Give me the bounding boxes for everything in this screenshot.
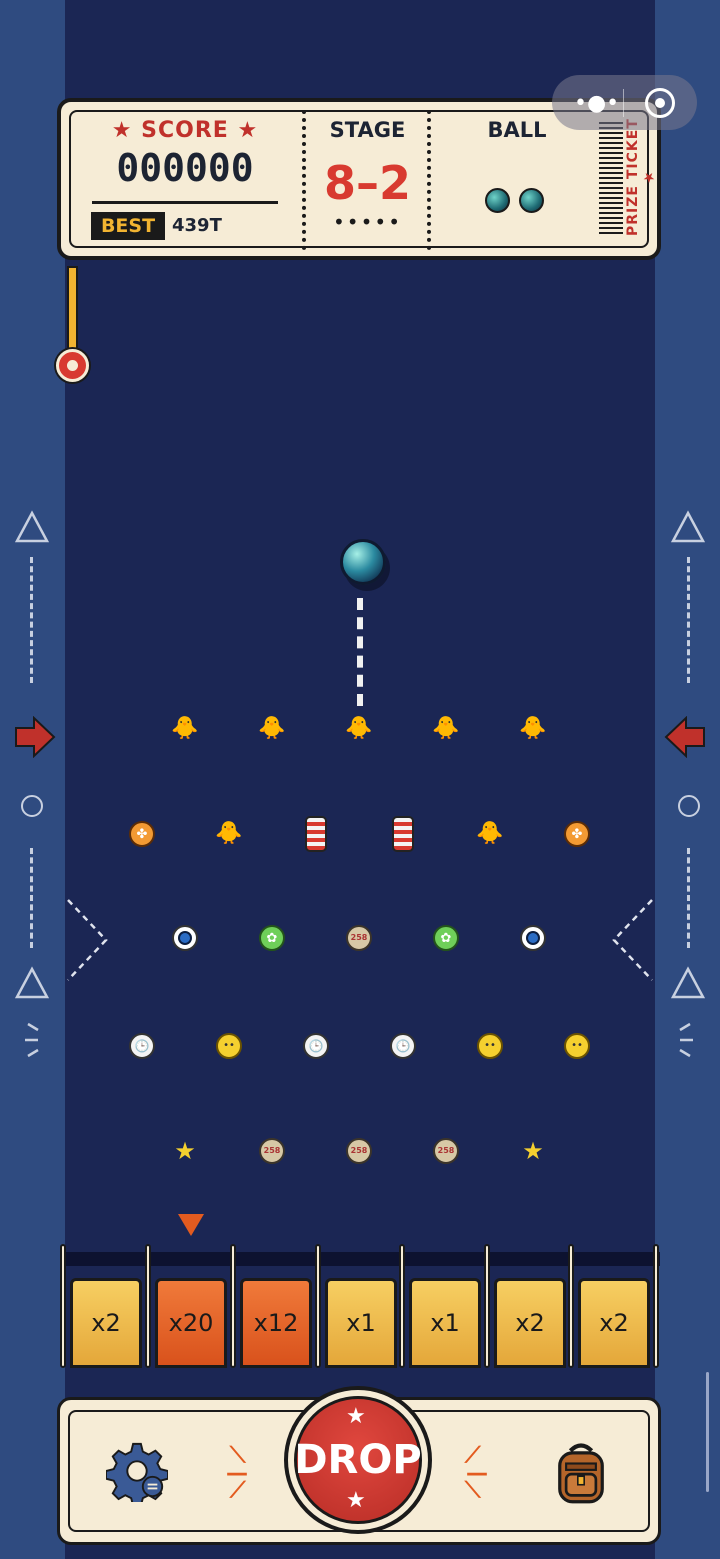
score-value: 000000 xyxy=(116,146,254,190)
slot-divider xyxy=(568,1244,574,1368)
launcher-knob[interactable] xyxy=(56,349,89,382)
aim-guide xyxy=(357,598,363,706)
multiplier-label: x1 xyxy=(346,1309,376,1337)
target-slot-marker xyxy=(178,1214,204,1236)
best-badge: BEST xyxy=(91,212,165,240)
right-bumper xyxy=(612,899,653,981)
spring-peg-icon xyxy=(305,816,327,852)
multiplier-slot: x1 xyxy=(325,1278,397,1368)
more-dots-icon[interactable]: •●• xyxy=(574,91,619,116)
best-value: 439T xyxy=(172,215,222,236)
multiplier-label: x12 xyxy=(253,1309,299,1337)
chick-peg-icon: 🐥 xyxy=(345,716,373,741)
clock-peg-icon: 🕒 xyxy=(129,1033,155,1059)
score-divider xyxy=(92,201,278,204)
drop-label: DROP xyxy=(294,1437,422,1483)
star-icon: ★ xyxy=(346,1488,366,1513)
slot-divider xyxy=(653,1244,659,1368)
multiplier-slot: x12 xyxy=(240,1278,312,1368)
triangle-up-icon xyxy=(670,966,706,999)
slot-divider xyxy=(399,1244,405,1368)
score-label: ★ SCORE ★ xyxy=(111,118,259,143)
coin-peg-icon: 258 xyxy=(346,925,372,951)
chick-peg-icon: 🐥 xyxy=(215,821,243,846)
wheel-peg-icon: ✤ xyxy=(564,821,590,847)
capsule-separator xyxy=(623,89,624,117)
wheel-peg-icon: ✤ xyxy=(129,821,155,847)
clock-peg-icon: 🕒 xyxy=(303,1033,329,1059)
triangle-up-icon xyxy=(14,966,50,999)
coin-peg-icon: 258 xyxy=(346,1138,372,1164)
sparkle-decoration: ⟋ xyxy=(230,1478,246,1503)
game-ball[interactable] xyxy=(340,539,386,585)
multiplier-slot: x2 xyxy=(494,1278,566,1368)
arrow-left-icon[interactable] xyxy=(664,716,706,758)
ball-remaining-icon xyxy=(519,188,544,213)
smile-peg-icon: •• xyxy=(564,1033,590,1059)
tick-marks-icon xyxy=(679,1022,693,1058)
triangle-up-icon xyxy=(670,510,706,543)
circle-marker-icon xyxy=(21,795,43,817)
slot-divider xyxy=(230,1244,236,1368)
barcode-icon xyxy=(599,122,623,234)
chick-peg-icon: 🐥 xyxy=(432,716,460,741)
stage-progress-dots: ••••• xyxy=(333,210,402,234)
coin-peg-icon: 258 xyxy=(433,1138,459,1164)
coin-peg-icon: 258 xyxy=(259,1138,285,1164)
dashed-guide xyxy=(687,848,690,948)
chick-peg-icon: 🐥 xyxy=(476,821,504,846)
star-icon: ★ xyxy=(346,1404,366,1429)
smile-peg-icon: •• xyxy=(216,1033,242,1059)
sparkle-decoration: ⟍ xyxy=(465,1478,481,1503)
gear-icon[interactable] xyxy=(106,1440,168,1502)
multiplier-slot: x2 xyxy=(70,1278,142,1368)
miniprogram-capsule: •●• xyxy=(552,75,697,130)
slot-divider xyxy=(484,1244,490,1368)
slot-divider xyxy=(315,1244,321,1368)
circle-marker-icon xyxy=(678,795,700,817)
multiplier-label: x2 xyxy=(515,1309,545,1337)
arrow-right-icon[interactable] xyxy=(14,716,56,758)
backpack-icon[interactable] xyxy=(547,1438,615,1506)
star-peg-icon: ★ xyxy=(174,1137,196,1165)
dashed-guide xyxy=(30,848,33,948)
smile-peg-icon: •• xyxy=(477,1033,503,1059)
chick-peg-icon: 🐥 xyxy=(258,716,286,741)
target-close-icon[interactable] xyxy=(645,88,675,118)
triangle-up-icon xyxy=(14,510,50,543)
clock-peg-icon: 🕒 xyxy=(390,1033,416,1059)
star-peg-icon: ★ xyxy=(522,1137,544,1165)
launcher-rod[interactable] xyxy=(67,266,78,356)
stage-label: STAGE xyxy=(329,118,406,142)
dashed-guide xyxy=(30,557,33,683)
multiplier-slot: x1 xyxy=(409,1278,481,1368)
left-bumper xyxy=(67,899,108,981)
right-rail xyxy=(655,0,720,1559)
prize-ticket-label: PRIZE TICKET ★ xyxy=(625,118,657,236)
swirl-peg-icon: ✿ xyxy=(259,925,285,951)
spring-peg-icon xyxy=(392,816,414,852)
swirl-peg-icon: ✿ xyxy=(433,925,459,951)
ticket-perforation xyxy=(427,110,431,250)
eye-peg-icon xyxy=(172,925,198,951)
ticket-perforation xyxy=(302,110,306,250)
stage-value: 8–2 xyxy=(323,156,411,210)
chick-peg-icon: 🐥 xyxy=(519,716,547,741)
scrollbar[interactable] xyxy=(706,1372,709,1492)
chick-peg-icon: 🐥 xyxy=(171,716,199,741)
multiplier-slot: x20 xyxy=(155,1278,227,1368)
slot-divider xyxy=(60,1244,66,1368)
eye-peg-icon xyxy=(520,925,546,951)
slot-divider xyxy=(145,1244,151,1368)
multiplier-slot: x2 xyxy=(578,1278,650,1368)
multiplier-label: x1 xyxy=(430,1309,460,1337)
tick-marks-icon xyxy=(25,1022,39,1058)
multiplier-label: x2 xyxy=(91,1309,121,1337)
ball-remaining-icon xyxy=(485,188,510,213)
left-rail xyxy=(0,0,65,1559)
multiplier-label: x2 xyxy=(599,1309,629,1337)
dashed-guide xyxy=(687,557,690,683)
multiplier-label: x20 xyxy=(168,1309,214,1337)
